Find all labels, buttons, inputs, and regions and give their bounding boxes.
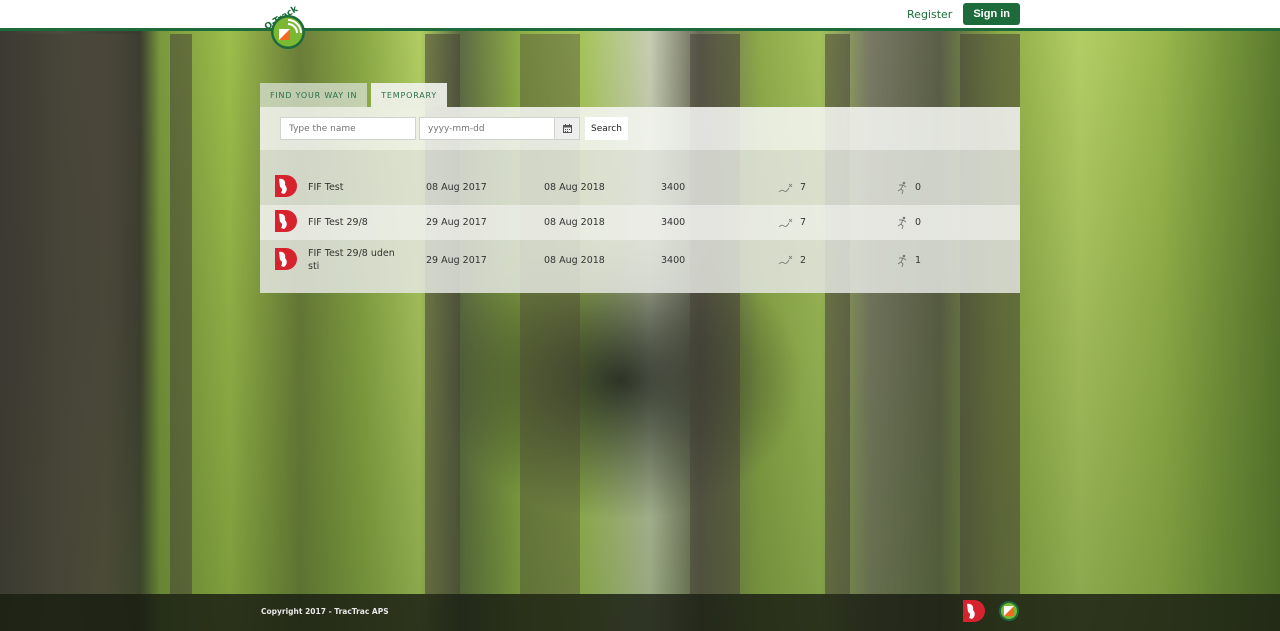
runner-icon [897, 181, 907, 194]
tracks-value: 7 [800, 217, 807, 228]
date-input[interactable] [419, 117, 555, 140]
event-code: 3400 [661, 254, 686, 266]
otrack-small-logo-icon[interactable] [998, 600, 1020, 626]
search-button[interactable]: Search [585, 117, 628, 140]
footer: Copyright 2017 - TracTrac APS [0, 594, 1280, 631]
event-row[interactable]: FIF Test 29/8 uden sti 29 Aug 2017 08 Au… [260, 240, 1020, 280]
track-icon [778, 218, 793, 227]
tab-find-your-way-in[interactable]: Find your way in [260, 83, 368, 107]
club-logo-icon[interactable] [963, 600, 985, 626]
event-name: FIF Test 29/8 uden sti [308, 248, 395, 272]
tracks-count: 7 [778, 217, 806, 229]
tracks-value: 2 [800, 254, 807, 266]
otrack-logo[interactable]: O-Track [258, 2, 310, 52]
club-logo-icon [275, 210, 297, 235]
date-picker [419, 117, 580, 140]
tracks-count: 2 [778, 254, 806, 266]
club-logo-icon [275, 247, 297, 273]
event-end-date: 08 Aug 2018 [544, 217, 605, 228]
runners-value: 0 [915, 182, 922, 193]
footer-logos [963, 600, 1020, 626]
tree-trunk [170, 34, 192, 594]
event-end-date: 08 Aug 2018 [544, 254, 605, 266]
tab-bar: Find your way in Temporary [260, 83, 448, 107]
calendar-button[interactable] [555, 117, 580, 140]
runner-icon [897, 254, 907, 267]
name-search-input[interactable] [280, 117, 416, 140]
event-start-date: 29 Aug 2017 [426, 254, 487, 266]
top-navbar: Register Sign in [0, 0, 1280, 31]
runners-value: 0 [915, 217, 922, 228]
events-list: FIF Test 08 Aug 2017 08 Aug 2018 3400 7 … [260, 150, 1020, 293]
calendar-icon [562, 124, 572, 133]
runners-count: 0 [897, 181, 921, 194]
tracks-count: 7 [778, 182, 806, 194]
track-icon [778, 255, 793, 265]
sign-in-button[interactable]: Sign in [963, 3, 1020, 25]
register-link[interactable]: Register [907, 8, 952, 21]
events-panel: Search FIF Test 08 Aug 2017 08 Aug 2018 … [260, 107, 1020, 293]
tracks-value: 7 [800, 182, 807, 193]
event-row[interactable]: FIF Test 08 Aug 2017 08 Aug 2018 3400 7 … [260, 170, 1020, 205]
event-start-date: 29 Aug 2017 [426, 217, 487, 228]
runner-icon [897, 216, 907, 229]
runners-value: 1 [915, 254, 922, 266]
runners-count: 0 [897, 216, 921, 229]
nav-actions: Register Sign in [907, 3, 1020, 25]
event-name: FIF Test [308, 182, 344, 193]
club-logo-icon [275, 175, 297, 200]
event-row[interactable]: FIF Test 29/8 29 Aug 2017 08 Aug 2018 34… [260, 205, 1020, 240]
event-end-date: 08 Aug 2018 [544, 182, 605, 193]
event-code: 3400 [661, 182, 686, 193]
tab-temporary[interactable]: Temporary [371, 83, 448, 107]
copyright-text: Copyright 2017 - TracTrac APS [261, 607, 389, 616]
event-name: FIF Test 29/8 [308, 217, 368, 228]
background-photo [0, 0, 1280, 631]
event-start-date: 08 Aug 2017 [426, 182, 487, 193]
track-icon [778, 183, 793, 192]
runners-count: 1 [897, 254, 921, 267]
event-code: 3400 [661, 217, 686, 228]
search-bar: Search [260, 107, 1020, 150]
